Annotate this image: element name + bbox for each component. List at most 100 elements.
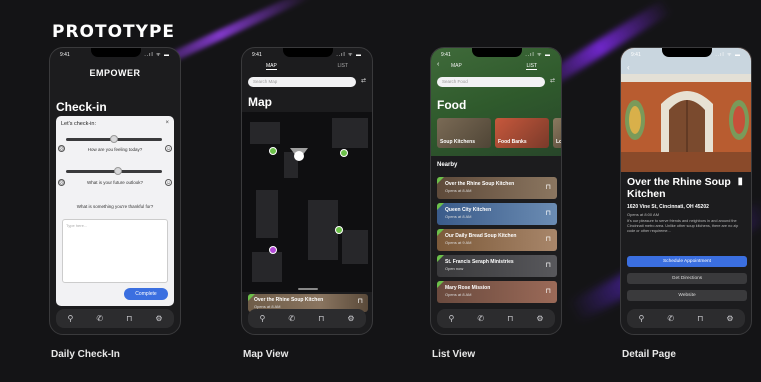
category-more[interactable]: Lo bbox=[553, 118, 561, 148]
search-icon[interactable]: ⚲ bbox=[260, 314, 266, 323]
search-icon[interactable]: ⚲ bbox=[68, 314, 74, 323]
status-signal-icon: ..ıl ᯤ ▬ bbox=[525, 52, 551, 58]
map-pin[interactable] bbox=[335, 226, 343, 234]
label-map: Map View bbox=[243, 349, 289, 360]
drag-handle[interactable] bbox=[298, 288, 318, 290]
feeling-slider[interactable] bbox=[66, 135, 162, 143]
label-detail: Detail Page bbox=[622, 349, 676, 360]
status-signal-icon: ..ıl ᯤ ▬ bbox=[144, 52, 170, 58]
complete-button[interactable]: Complete bbox=[124, 288, 168, 300]
bookmark-icon[interactable]: ⊓ bbox=[507, 314, 513, 323]
tab-bar: ⚲ ✆ ⊓ ⚙ bbox=[437, 309, 555, 328]
status-bar: 9:41 ..ıl ᯤ ▬ bbox=[431, 52, 561, 60]
app-brand: EMPOWER bbox=[89, 68, 141, 78]
location-hours: Opens at 8:00 AM bbox=[627, 212, 660, 217]
phone-detail: 9:41 ..ıl ᯤ ▬ ‹ Over the Rhine Soup Kitc… bbox=[620, 47, 752, 335]
bookmark-icon[interactable]: ⊓ bbox=[546, 235, 551, 243]
category-soup-kitchens[interactable]: Soup Kitchens bbox=[437, 118, 491, 148]
website-button[interactable]: Website bbox=[627, 290, 747, 301]
label-checkin: Daily Check-In bbox=[51, 349, 120, 360]
section-nearby: Nearby bbox=[437, 162, 458, 168]
open-indicator bbox=[437, 177, 444, 184]
bookmark-icon[interactable]: ⊓ bbox=[546, 183, 551, 191]
gear-icon[interactable]: ⚙ bbox=[347, 314, 354, 323]
gear-icon[interactable]: ⚙ bbox=[726, 314, 733, 323]
screen-heading: Check-in bbox=[56, 100, 107, 114]
tab-bar: ⚲ ✆ ⊓ ⚙ bbox=[56, 309, 174, 328]
close-icon[interactable]: × bbox=[165, 120, 169, 126]
view-tabs: MAP LIST bbox=[431, 62, 561, 72]
open-indicator bbox=[437, 281, 444, 288]
status-time: 9:41 bbox=[441, 52, 451, 58]
outlook-slider[interactable] bbox=[66, 167, 162, 175]
page-title: PROTOTYPE bbox=[52, 22, 176, 42]
bookmark-icon[interactable]: ⊓ bbox=[546, 287, 551, 295]
list-item[interactable]: Our Daily Bread Soup Kitchen Opens at 9 … bbox=[437, 229, 557, 251]
label-list: List View bbox=[432, 349, 476, 360]
search-input[interactable]: Search Food bbox=[437, 77, 545, 87]
filter-icon[interactable]: ⇄ bbox=[361, 77, 366, 84]
checkin-card: Let's check-in: × ☹ ☺ How are you feelin… bbox=[56, 116, 174, 306]
status-bar: 9:41 ..ıl ᯤ ▬ bbox=[50, 52, 180, 60]
bookmark-icon[interactable]: ⊓ bbox=[546, 209, 551, 217]
list-item[interactable]: Queen City Kitchen Opens at 8 AM ⊓ bbox=[437, 203, 557, 225]
screen-heading: Map bbox=[248, 95, 272, 109]
schedule-appointment-button[interactable]: Schedule Appointment bbox=[627, 256, 747, 267]
bookmark-icon[interactable]: ⊓ bbox=[697, 314, 703, 323]
open-indicator bbox=[437, 255, 444, 262]
status-signal-icon: ..ıl ᯤ ▬ bbox=[336, 52, 362, 58]
gear-icon[interactable]: ⚙ bbox=[155, 314, 162, 323]
tab-bar: ⚲ ✆ ⊓ ⚙ bbox=[248, 309, 366, 328]
search-icon[interactable]: ⚲ bbox=[639, 314, 645, 323]
status-bar: 9:41 ..ıl ᯤ ▬ bbox=[621, 52, 751, 60]
list-item[interactable]: Mary Rose Mission Opens at 8 AM ⊓ bbox=[437, 281, 557, 303]
tab-bar: ⚲ ✆ ⊓ ⚙ bbox=[627, 309, 745, 328]
presentation-canvas: PROTOTYPE 9:41 ..ıl ᯤ ▬ EMPOWER Check-in… bbox=[0, 0, 761, 382]
filter-icon[interactable]: ⇄ bbox=[550, 77, 555, 84]
bookmark-icon[interactable]: ▮ bbox=[737, 176, 743, 187]
bookmark-icon[interactable]: ⊓ bbox=[318, 314, 324, 323]
status-time: 9:41 bbox=[60, 52, 70, 58]
tab-map[interactable]: MAP bbox=[266, 63, 277, 70]
phone-icon[interactable]: ✆ bbox=[667, 314, 674, 323]
question-feeling: How are you feeling today? bbox=[87, 147, 143, 152]
building-illustration bbox=[621, 48, 751, 172]
back-icon[interactable]: ‹ bbox=[627, 63, 630, 72]
bookmark-icon[interactable]: ⊓ bbox=[546, 261, 551, 269]
location-address: 1620 Vine St, Cincinnati, OH 45202 bbox=[627, 204, 709, 210]
map-pin-selected[interactable] bbox=[269, 246, 277, 254]
phone-icon[interactable]: ✆ bbox=[477, 314, 484, 323]
screen-heading: Food bbox=[437, 98, 467, 112]
phone-icon[interactable]: ✆ bbox=[288, 314, 295, 323]
phone-icon[interactable]: ✆ bbox=[96, 314, 103, 323]
location-description: It's our pleasure to serve friends and n… bbox=[627, 219, 739, 233]
bookmark-icon[interactable]: ⊓ bbox=[126, 314, 132, 323]
category-food-banks[interactable]: Food Banks bbox=[495, 118, 549, 148]
thankful-textarea[interactable]: Type here... bbox=[62, 219, 168, 283]
card-title: Let's check-in: bbox=[61, 121, 96, 127]
gear-icon[interactable]: ⚙ bbox=[536, 314, 543, 323]
tab-list[interactable]: LIST bbox=[337, 63, 348, 69]
location-title: Over the Rhine Soup Kitchen bbox=[254, 297, 324, 303]
tab-list[interactable]: LIST bbox=[526, 63, 537, 70]
map-area[interactable] bbox=[242, 112, 372, 292]
slider-handle[interactable] bbox=[114, 167, 122, 175]
view-tabs: MAP LIST bbox=[242, 62, 372, 72]
phone-map: 9:41 ..ıl ᯤ ▬ MAP LIST Search Map ⇄ Map bbox=[241, 47, 373, 335]
status-time: 9:41 bbox=[252, 52, 262, 58]
list-item[interactable]: St. Francis Seraph Ministries Open now ⊓ bbox=[437, 255, 557, 277]
bookmark-icon[interactable]: ⊓ bbox=[358, 297, 363, 305]
get-directions-button[interactable]: Get Directions bbox=[627, 273, 747, 284]
map-pin[interactable] bbox=[269, 147, 277, 155]
search-icon[interactable]: ⚲ bbox=[449, 314, 455, 323]
question-thankful: What is something you're thankful for? bbox=[76, 204, 154, 209]
search-input[interactable]: Search Map bbox=[248, 77, 356, 87]
list-item[interactable]: Over the Rhine Soup Kitchen Opens at 8 A… bbox=[437, 177, 557, 199]
tab-map[interactable]: MAP bbox=[451, 63, 462, 69]
map-pin[interactable] bbox=[340, 149, 348, 157]
open-indicator bbox=[437, 203, 444, 210]
phone-list: 9:41 ..ıl ᯤ ▬ ‹ MAP LIST Search Food ⇄ F… bbox=[430, 47, 562, 335]
slider-handle[interactable] bbox=[110, 135, 118, 143]
open-indicator bbox=[437, 229, 444, 236]
location-photo bbox=[621, 48, 751, 172]
